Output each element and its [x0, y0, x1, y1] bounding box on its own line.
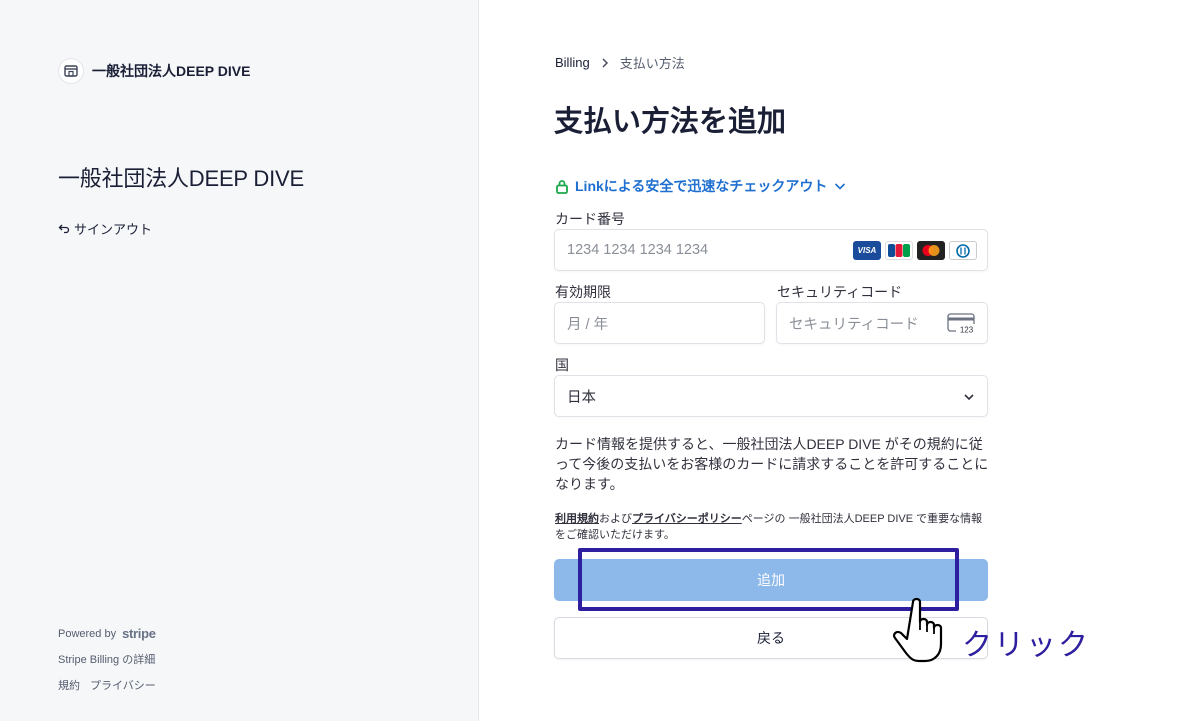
jcb-icon — [885, 241, 913, 260]
cvc-input[interactable]: セキュリティコード 123 — [776, 302, 988, 344]
billing-details-link[interactable]: Stripe Billing の詳細 — [58, 651, 156, 667]
link-checkout-toggle[interactable]: Linkによる安全で迅速なチェックアウト — [555, 176, 847, 196]
cvc-label: セキュリティコード — [777, 284, 903, 300]
diners-icon — [949, 241, 977, 260]
click-annotation-label: クリック — [962, 628, 1090, 663]
cvc-icon-text: 123 — [960, 326, 974, 335]
brand-name: 一般社団法人DEEP DIVE — [92, 63, 251, 79]
main-panel: Billing 支払い方法 支払い方法を追加 Linkによる安全で迅速なチェック… — [480, 0, 1200, 721]
page-title: 支払い方法を追加 — [554, 106, 787, 138]
country-value: 日本 — [567, 389, 596, 406]
powered-by: Powered by stripe — [58, 626, 156, 641]
chevron-right-icon — [602, 58, 608, 67]
legal-terms-link[interactable]: 利用規約 — [555, 513, 599, 525]
powered-by-label: Powered by — [58, 627, 117, 640]
store-icon — [58, 58, 84, 84]
expiry-label: 有効期限 — [555, 284, 611, 300]
cvc-placeholder: セキュリティコード — [789, 316, 919, 333]
breadcrumb: Billing 支払い方法 — [555, 53, 685, 72]
org-title: 一般社団法人DEEP DIVE — [58, 166, 304, 191]
add-button[interactable]: 追加 — [554, 559, 988, 601]
pointing-hand-icon — [893, 597, 943, 663]
expiry-placeholder: 月 / 年 — [567, 316, 609, 333]
country-select[interactable]: 日本 — [554, 375, 988, 417]
left-footer: Powered by stripe Stripe Billing の詳細 規約 … — [58, 626, 156, 693]
back-arrow-icon — [58, 224, 70, 233]
card-number-placeholder: 1234 1234 1234 1234 — [567, 242, 709, 258]
terms-text: カード情報を提供すると、一般社団法人DEEP DIVE がその規約に従って今後の… — [555, 436, 989, 492]
signout-link[interactable]: サインアウト — [58, 219, 152, 238]
left-panel: 一般社団法人DEEP DIVE 一般社団法人DEEP DIVE サインアウト P… — [0, 0, 479, 721]
country-label: 国 — [555, 357, 569, 373]
privacy-link[interactable]: プライバシー — [90, 677, 156, 693]
footer-links: 規約 プライバシー — [58, 677, 156, 693]
legal-and: および — [599, 513, 632, 525]
card-number-label: カード番号 — [555, 211, 625, 227]
breadcrumb-billing[interactable]: Billing — [555, 55, 590, 70]
cvc-card-icon: 123 — [947, 313, 977, 335]
card-number-input[interactable]: 1234 1234 1234 1234 VISA — [554, 229, 988, 271]
card-brands: VISA — [853, 241, 977, 260]
expiry-input[interactable]: 月 / 年 — [554, 302, 765, 344]
mastercard-icon — [917, 241, 945, 260]
lock-icon — [556, 179, 568, 194]
stripe-logo[interactable]: stripe — [122, 626, 156, 641]
legal-privacy-link[interactable]: プライバシーポリシー — [632, 513, 742, 525]
brand: 一般社団法人DEEP DIVE — [58, 58, 250, 84]
visa-icon: VISA — [853, 241, 881, 260]
terms-link[interactable]: 規約 — [58, 677, 80, 693]
chevron-down-icon — [964, 394, 974, 401]
link-checkout-label: Linkによる安全で迅速なチェックアウト — [575, 178, 828, 194]
legal-notice: 利用規約およびプライバシーポリシーページの 一般社団法人DEEP DIVE で重… — [555, 511, 991, 543]
breadcrumb-current: 支払い方法 — [619, 56, 685, 71]
signout-label: サインアウト — [74, 222, 153, 237]
chevron-down-icon — [835, 183, 846, 190]
